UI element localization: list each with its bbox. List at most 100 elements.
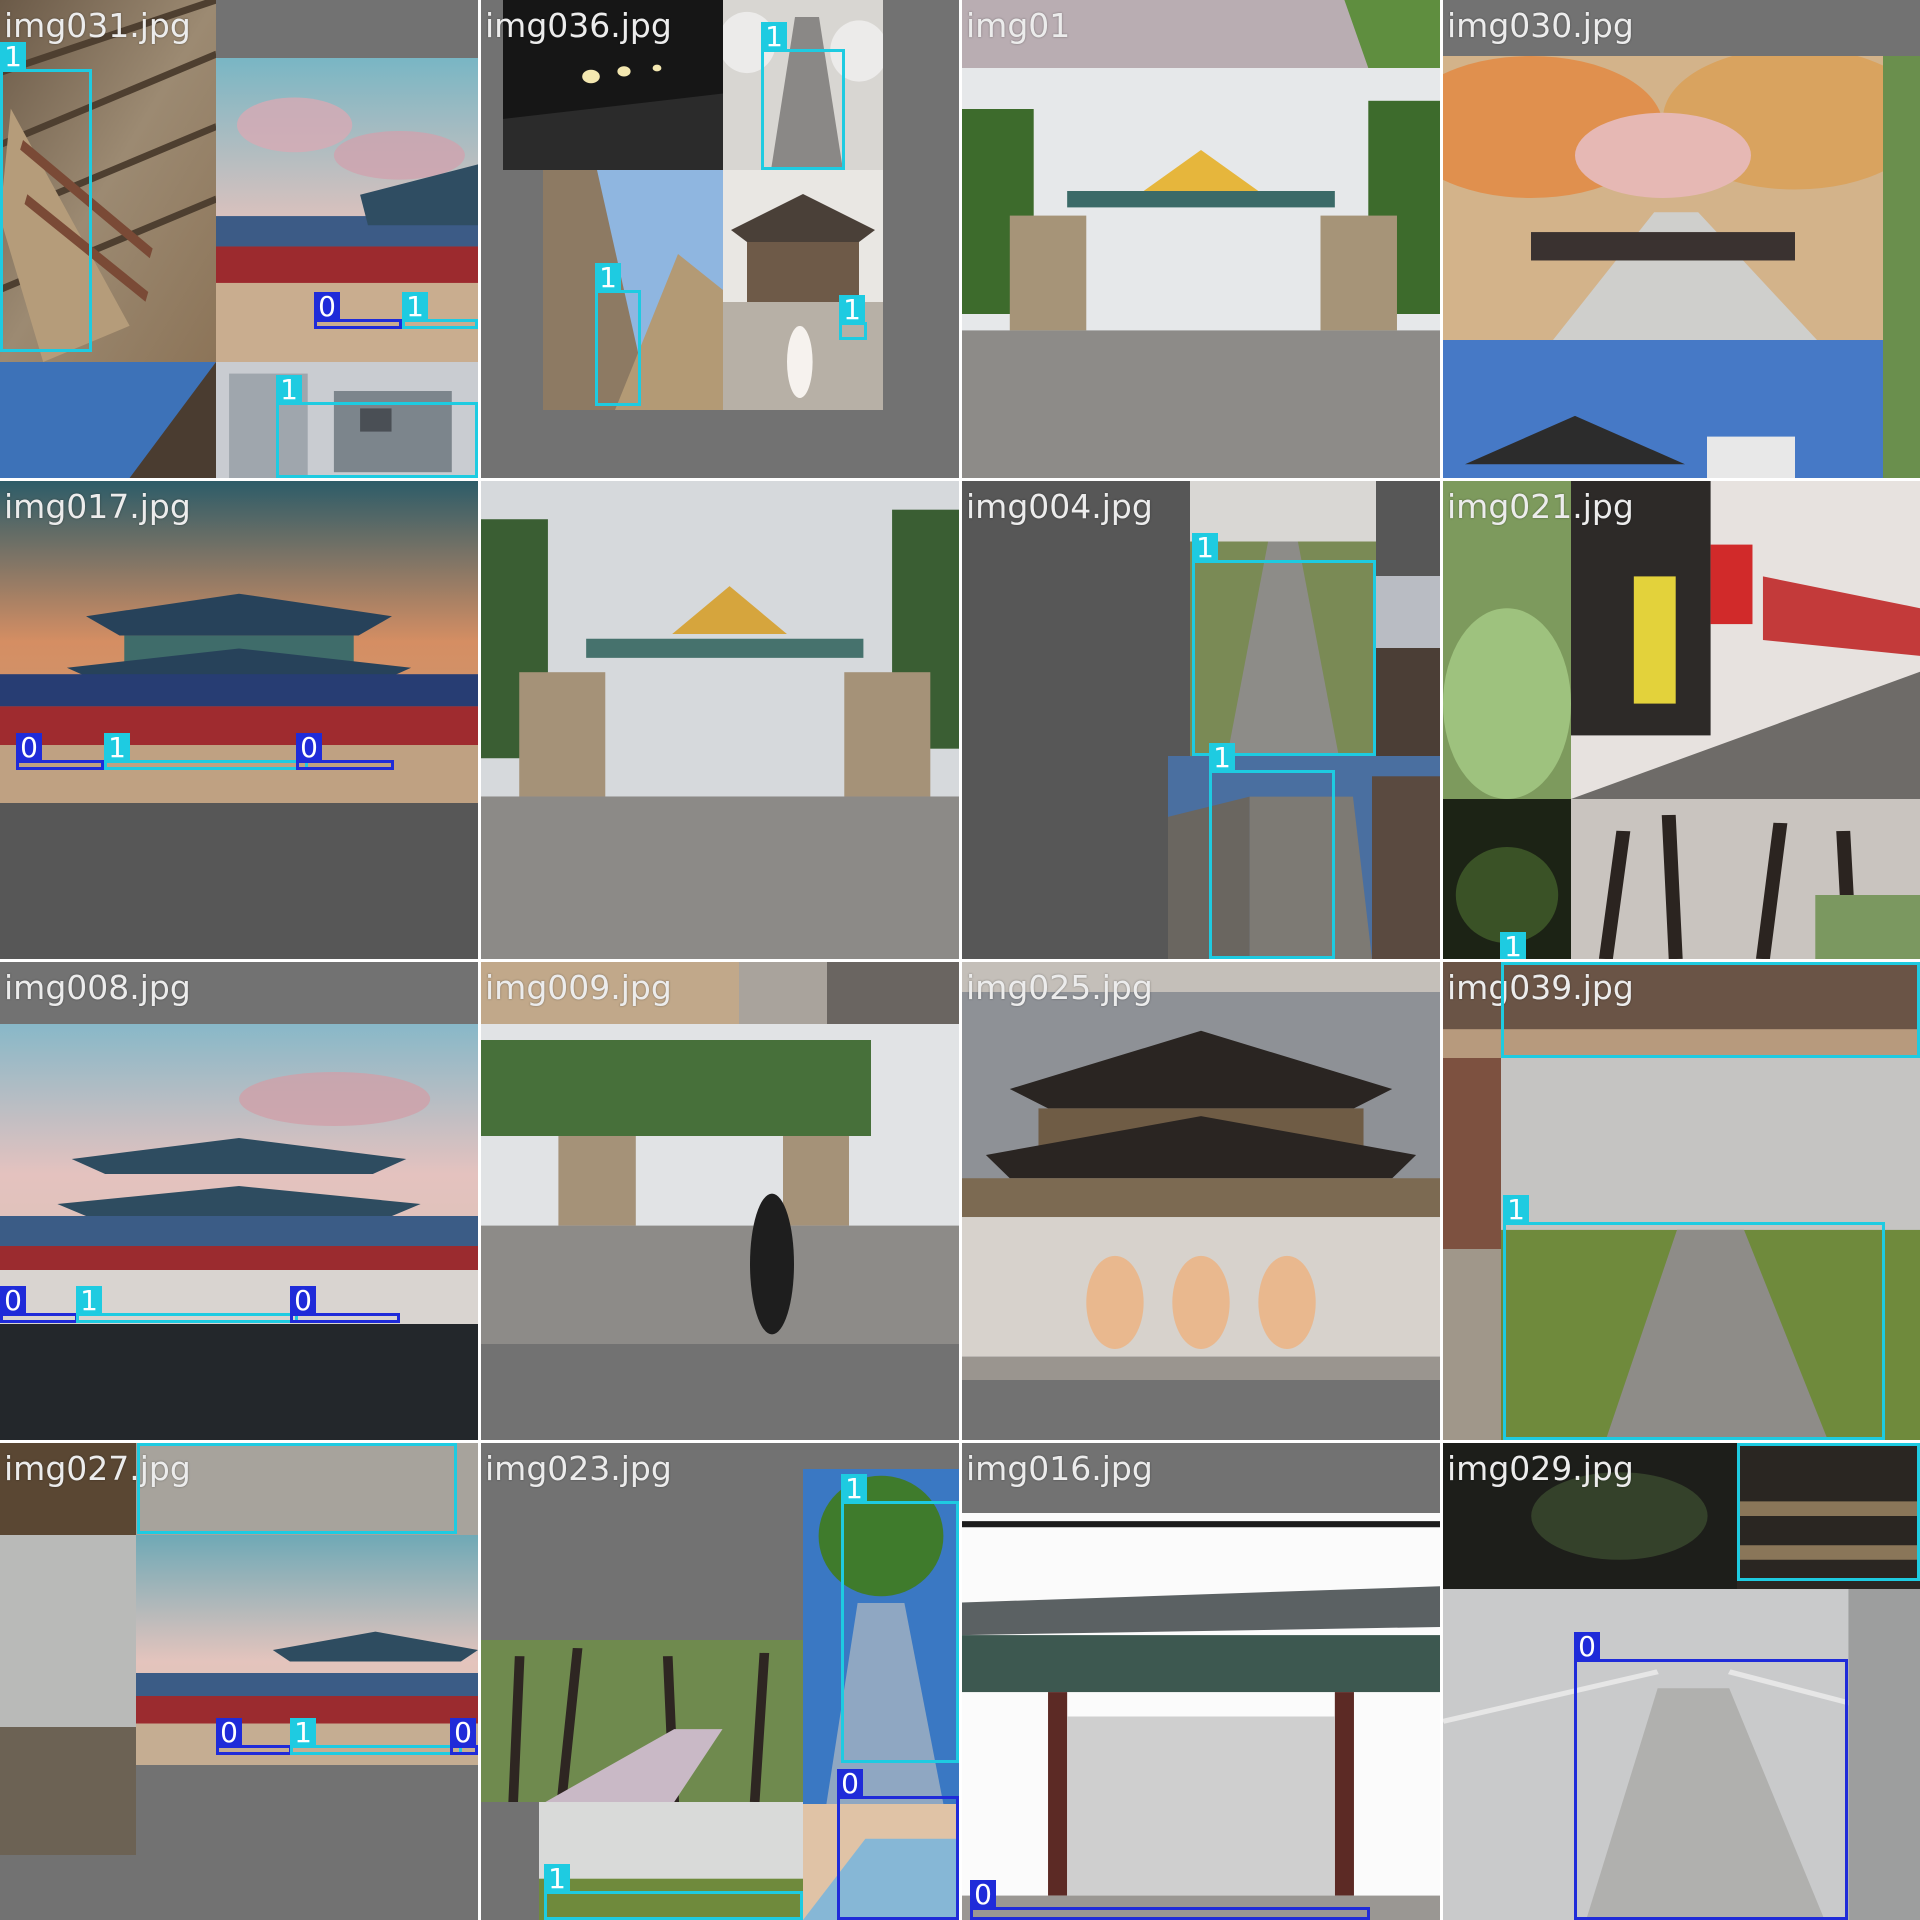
- detection-box: 1: [104, 733, 308, 770]
- detection-label: 1: [1737, 1443, 1763, 1446]
- mosaic-tile: img017.jpg 0 1 0: [0, 481, 478, 959]
- detection-label: 0: [16, 733, 42, 763]
- mosaic-tile: img004.jpg 1 1: [962, 481, 1440, 959]
- detection-label: 1: [544, 1864, 570, 1894]
- detection-box: 0: [970, 1880, 1370, 1920]
- green-strip-photo: [1883, 56, 1920, 478]
- detection-label: 0: [216, 1718, 242, 1748]
- autumn-road-photo: [1443, 56, 1883, 340]
- mosaic-tile: img030.jpg: [1443, 0, 1920, 478]
- detection-label: 0: [970, 1880, 996, 1910]
- night-street-photo: [503, 0, 723, 170]
- park-gate-photo: [481, 1024, 739, 1344]
- detection-box: 1: [290, 1718, 462, 1755]
- mosaic-tile: img036.jpg 1 1 1: [481, 0, 959, 478]
- tile-filename: img004.jpg: [966, 487, 1153, 526]
- detection-box: 0: [450, 1718, 478, 1755]
- detection-label: 0: [290, 1286, 316, 1316]
- dark-foliage-photo: [1443, 1443, 1737, 1589]
- detection-box: 0: [216, 1718, 292, 1755]
- hillside-people-photo: [0, 1535, 136, 1855]
- detection-box: 0: [314, 292, 402, 329]
- detection-box: 1: [1501, 962, 1920, 1058]
- palace-photo: [0, 1024, 478, 1324]
- mosaic-tile: img008.jpg 0 1 0: [0, 962, 478, 1440]
- detection-box: 1: [402, 292, 478, 329]
- detection-label: 1: [841, 1474, 867, 1504]
- mosaic-tile: img009.jpg: [481, 962, 959, 1440]
- detection-label: 0: [1574, 1632, 1600, 1662]
- detection-label: 1: [290, 1718, 316, 1748]
- detection-label: 1: [402, 292, 428, 322]
- detection-label: 1: [104, 733, 130, 763]
- palace-sunset-photo: [0, 481, 478, 803]
- mosaic-tile: img031.jpg 1 0 1 1: [0, 0, 478, 478]
- detection-box: 1: [761, 22, 845, 170]
- tile-filename: img016.jpg: [966, 1449, 1153, 1488]
- detection-label: 0: [837, 1769, 863, 1799]
- tree-path-photo: [481, 1640, 803, 1802]
- detection-label: 1: [1503, 1195, 1529, 1225]
- forest-photo: [1443, 481, 1571, 799]
- detection-box: 0: [1574, 1632, 1848, 1920]
- detection-label: 0: [314, 292, 340, 322]
- park-gate-photo: [481, 481, 959, 959]
- detection-label: 1: [1501, 962, 1527, 965]
- detection-box: 0: [0, 1286, 78, 1323]
- hanok-gate-photo: [962, 1513, 1440, 1920]
- detection-box: 1: [595, 263, 641, 406]
- detection-box: 1: [76, 1286, 298, 1323]
- detection-label: 0: [0, 1286, 26, 1316]
- park-gate-photo: [962, 68, 1440, 478]
- mosaic-grid: img031.jpg 1 0 1 1 img036.jpg 1 1 1 img0…: [0, 0, 1920, 1920]
- detection-label: 1: [0, 42, 26, 72]
- pagoda-strip-photo: [1376, 576, 1440, 756]
- detection-label: 0: [450, 1718, 476, 1748]
- detection-label: 1: [839, 295, 865, 325]
- stone-wall-photo: [739, 962, 959, 1024]
- detection-box: 0: [837, 1769, 959, 1920]
- wood-deck-photo: [481, 962, 739, 1024]
- detection-label: 1: [761, 22, 787, 52]
- mosaic-tile: [481, 481, 959, 959]
- detection-label: 1: [1192, 533, 1218, 563]
- mosaic-tile: img016.jpg 0: [962, 1443, 1440, 1920]
- blossom-trees-photo: [1571, 799, 1920, 959]
- detection-label: 1: [276, 375, 302, 405]
- detection-box: 1: [841, 1474, 959, 1763]
- detection-box: 0: [290, 1286, 400, 1323]
- forest-floor-photo: [0, 1443, 136, 1535]
- mosaic-tile: img027.jpg 1 0 1 0: [0, 1443, 478, 1920]
- sky-rock-photo: [0, 362, 216, 478]
- detection-box: 1: [0, 42, 92, 352]
- palace-hanbok-photo: [723, 170, 883, 410]
- detection-box: 1: [1209, 743, 1335, 959]
- mosaic-tile: img01: [962, 0, 1440, 478]
- detection-box: 1: [1737, 1443, 1920, 1581]
- gwanghwamun-gate-photo: [962, 992, 1440, 1380]
- detection-box: 1: [276, 375, 478, 478]
- mosaic-tile: img025.jpg: [962, 962, 1440, 1440]
- paving-photo: [962, 962, 1440, 992]
- palace-photo: [216, 58, 478, 362]
- street-shops-photo: [1571, 481, 1920, 799]
- detection-label: 1: [137, 1443, 163, 1446]
- detection-box: 1: [1503, 1195, 1885, 1440]
- roof-sky-photo: [1443, 340, 1883, 478]
- detection-box: 1: [1192, 533, 1376, 756]
- mosaic-tile: img039.jpg 1 1: [1443, 962, 1920, 1440]
- detection-box: 1: [544, 1864, 803, 1920]
- tile-filename: img008.jpg: [4, 968, 191, 1007]
- park-path-photo: [962, 0, 1440, 68]
- park-gate-photo: [739, 1024, 959, 1344]
- tile-filename: img030.jpg: [1447, 6, 1634, 45]
- detection-label: 1: [1209, 743, 1235, 773]
- detection-box: 0: [16, 733, 104, 770]
- detection-label: 1: [76, 1286, 102, 1316]
- mosaic-tile: img029.jpg 1 0: [1443, 1443, 1920, 1920]
- detection-box: 1: [137, 1443, 457, 1534]
- mosaic-tile: img021.jpg 1: [1443, 481, 1920, 959]
- detection-box: 0: [296, 733, 394, 770]
- dark-strip-photo: [0, 1324, 478, 1440]
- detection-label: 0: [296, 733, 322, 763]
